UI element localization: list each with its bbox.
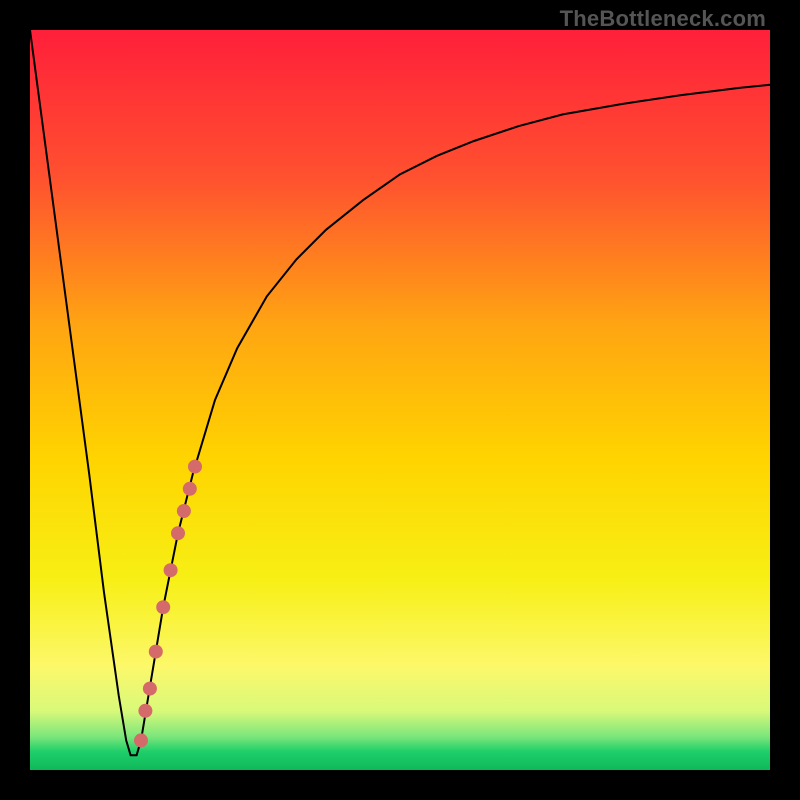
highlight-dot — [171, 526, 185, 540]
bottleneck-curve — [30, 30, 770, 755]
highlight-dot — [156, 600, 170, 614]
highlight-dot — [138, 704, 152, 718]
highlight-dot — [134, 733, 148, 747]
highlight-dot — [149, 645, 163, 659]
highlight-dot — [183, 482, 197, 496]
highlight-dot — [177, 504, 191, 518]
plot-area — [30, 30, 770, 770]
curve-layer — [30, 30, 770, 770]
chart-frame: TheBottleneck.com — [0, 0, 800, 800]
highlight-dot — [164, 563, 178, 577]
highlight-dot — [143, 682, 157, 696]
highlight-dot — [188, 460, 202, 474]
watermark-text: TheBottleneck.com — [560, 6, 766, 32]
highlight-dots — [134, 460, 202, 748]
